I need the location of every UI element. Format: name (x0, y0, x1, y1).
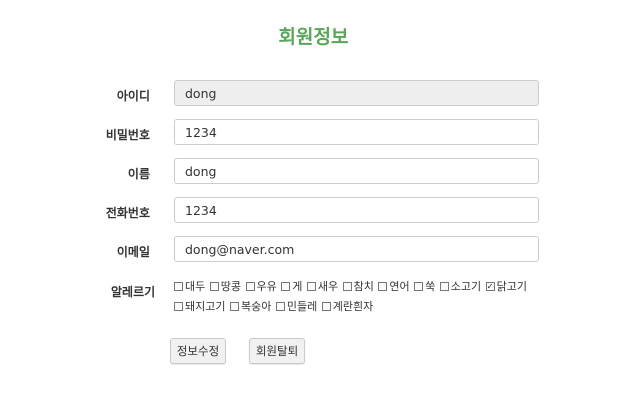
id-row: 아이디 (0, 80, 627, 108)
allergy-option-label: 게 (292, 280, 303, 293)
allergy-option[interactable]: 우유 (245, 277, 277, 297)
name-field[interactable] (174, 158, 539, 184)
checkbox[interactable] (229, 301, 239, 311)
allergy-label: 알레르기 (111, 285, 156, 299)
allergy-option[interactable]: ✓ 닭고기 (485, 277, 527, 297)
allergy-option-label: 연어 (389, 280, 410, 293)
allergy-option-label: 닭고기 (496, 280, 527, 293)
allergy-option-label: 복숭아 (240, 300, 272, 313)
name-row: 이름 (0, 158, 627, 186)
checkbox[interactable] (281, 281, 291, 291)
allergy-option[interactable]: 게 (281, 277, 302, 297)
allergy-option-label: 쑥 (425, 280, 436, 293)
allergy-option-label: 새우 (317, 280, 339, 293)
email-field[interactable] (174, 236, 539, 262)
phone-label: 전화번호 (105, 206, 150, 220)
id-label: 아이디 (116, 89, 150, 103)
allergy-option[interactable]: 계란흰자 (321, 297, 374, 317)
checkbox[interactable] (321, 301, 331, 311)
allergy-option-label: 땅콩 (220, 280, 241, 293)
edit-info-button[interactable]: 정보수정 (170, 338, 226, 364)
checkbox[interactable] (414, 281, 424, 291)
password-field[interactable] (174, 119, 539, 145)
checkbox[interactable] (378, 281, 388, 291)
allergy-option[interactable]: 쑥 (414, 277, 435, 297)
allergy-option-label: 계란흰자 (332, 300, 374, 313)
allergy-option[interactable]: 돼지고기 (174, 297, 225, 317)
allergy-option-label: 대두 (185, 280, 206, 293)
checkbox[interactable]: ✓ (485, 281, 495, 291)
checkbox[interactable] (306, 281, 316, 291)
checkbox[interactable] (174, 281, 183, 291)
checkbox[interactable] (245, 281, 255, 291)
email-label: 이메일 (116, 245, 150, 259)
allergy-option[interactable]: 복숭아 (229, 297, 272, 317)
password-label: 비밀번호 (105, 128, 150, 142)
allergy-checkbox-group: 대두 땅콩 우유 게 새우 참치 연어 쑥 소고기 ✓ 닭고기 돼지고기 복숭아 … (174, 277, 529, 317)
allergy-option-label: 민들레 (286, 300, 318, 313)
page-title: 회원정보 (278, 26, 349, 48)
allergy-option[interactable]: 새우 (306, 277, 339, 297)
allergy-option[interactable]: 소고기 (439, 277, 482, 297)
withdraw-member-button[interactable]: 회원탈퇴 (249, 338, 305, 364)
email-row: 이메일 (0, 236, 627, 264)
allergy-option[interactable]: 연어 (378, 277, 410, 297)
allergy-option-label: 소고기 (450, 280, 482, 293)
allergy-option-label: 돼지고기 (185, 300, 226, 313)
name-label: 이름 (127, 167, 150, 181)
id-field[interactable] (174, 80, 539, 106)
allergy-option-label: 참치 (353, 280, 374, 293)
phone-field[interactable] (174, 197, 539, 223)
allergy-option[interactable]: 대두 (174, 277, 205, 297)
checkbox[interactable] (439, 281, 449, 291)
checkbox[interactable] (342, 281, 352, 291)
phone-row: 전화번호 (0, 197, 627, 225)
allergy-option[interactable]: 참치 (342, 277, 374, 297)
allergy-option-label: 우유 (256, 280, 277, 293)
allergy-option[interactable]: 땅콩 (209, 277, 241, 297)
password-row: 비밀번호 (0, 119, 627, 147)
checkbox[interactable] (209, 281, 219, 291)
checkbox[interactable] (275, 301, 285, 311)
allergy-option[interactable]: 민들레 (275, 297, 318, 317)
checkbox[interactable] (174, 301, 183, 311)
